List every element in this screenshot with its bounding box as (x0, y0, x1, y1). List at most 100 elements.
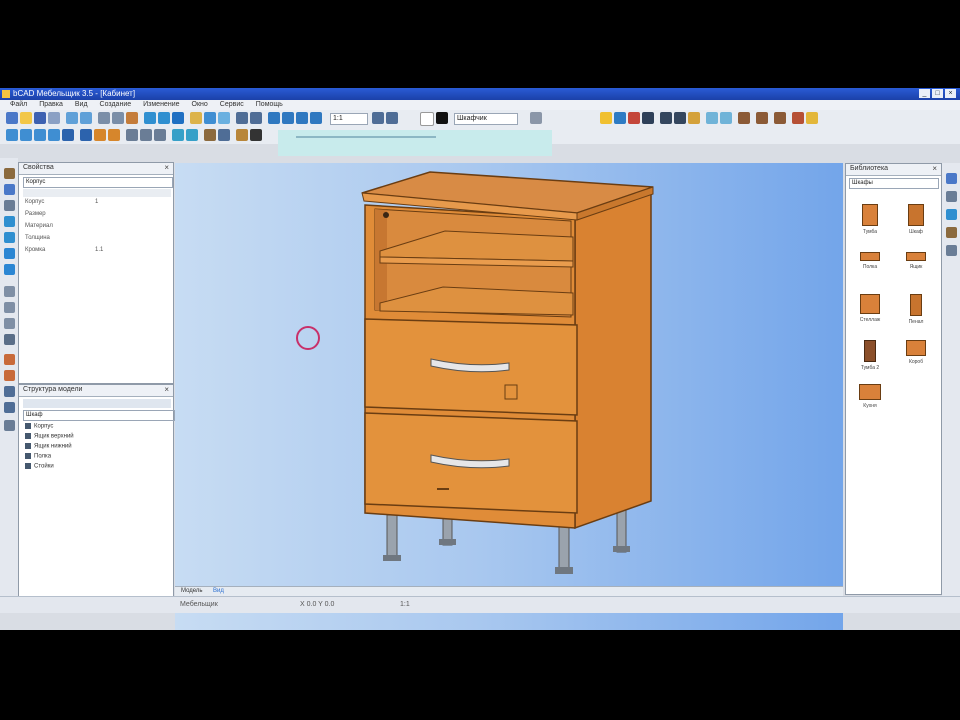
library-item[interactable]: Ящик (894, 252, 938, 270)
section-icon[interactable] (706, 112, 718, 124)
trim-tool-icon[interactable] (186, 129, 198, 141)
library-item[interactable]: Стеллаж (848, 294, 892, 323)
plinth-tool-icon[interactable] (4, 302, 15, 313)
tree-item[interactable]: Стойки (25, 463, 54, 470)
table-tool-icon[interactable] (4, 248, 15, 259)
box-tool-icon[interactable] (94, 129, 106, 141)
open-folder-icon[interactable] (20, 112, 32, 124)
mirror-tool-icon[interactable] (154, 129, 166, 141)
zoom-combo[interactable]: 1:1 (330, 113, 368, 125)
cut-list-tool-icon[interactable] (4, 402, 15, 413)
align-icon[interactable] (372, 112, 384, 124)
library-tab-icon[interactable] (946, 173, 957, 184)
menu-help[interactable]: Помощь (256, 100, 283, 110)
measure-icon[interactable] (386, 112, 398, 124)
tree-item[interactable]: Ящик верхний (25, 433, 74, 440)
library-item[interactable]: Кухня (848, 384, 892, 409)
zoom-in-icon[interactable] (268, 112, 280, 124)
menu-file[interactable]: Файл (10, 100, 27, 110)
pan-icon[interactable] (310, 112, 322, 124)
zoom-out-icon[interactable] (282, 112, 294, 124)
library-item[interactable]: Пенал (894, 294, 938, 325)
ortho-icon[interactable] (172, 112, 184, 124)
dimension-icon[interactable] (660, 112, 672, 124)
drill-tool-icon[interactable] (4, 386, 15, 397)
menu-edit[interactable]: Правка (39, 100, 63, 110)
maximize-button[interactable]: □ (932, 89, 943, 98)
cabinet-tool-icon[interactable] (4, 168, 15, 179)
spline-tool-icon[interactable] (62, 129, 74, 141)
tree-root[interactable]: Шкаф (23, 410, 175, 421)
tree-item[interactable]: Корпус (25, 423, 53, 430)
grid-tool-icon[interactable] (4, 264, 15, 275)
line-style-icon[interactable] (530, 112, 542, 124)
color-white-icon[interactable] (420, 112, 434, 126)
menu-tools[interactable]: Сервис (220, 100, 244, 110)
library-search[interactable]: Шкафы (849, 178, 939, 189)
menu-view[interactable]: Вид (75, 100, 88, 110)
fitting-icon[interactable] (792, 112, 804, 124)
prop-value-body[interactable]: 1 (95, 199, 98, 205)
close-tree-icon[interactable]: × (164, 385, 169, 394)
explode-icon[interactable] (720, 112, 732, 124)
close-button[interactable]: × (945, 89, 956, 98)
handle-tool-icon[interactable] (4, 334, 15, 345)
menu-window[interactable]: Окно (192, 100, 208, 110)
library-item[interactable]: Тумба (848, 204, 892, 235)
menu-create[interactable]: Создание (100, 100, 132, 110)
door-tool-icon[interactable] (4, 216, 15, 227)
layer-icon[interactable] (250, 112, 262, 124)
leg-tool-icon[interactable] (4, 318, 15, 329)
door-icon[interactable] (774, 112, 786, 124)
render-icon[interactable] (204, 112, 216, 124)
texture-icon[interactable] (642, 112, 654, 124)
text-icon[interactable] (674, 112, 686, 124)
report-tool-icon[interactable] (4, 420, 15, 431)
hinge-tool-icon[interactable] (4, 370, 15, 381)
tab-view[interactable]: Вид (213, 588, 224, 594)
magnet-icon[interactable] (144, 112, 156, 124)
3d-viewport[interactable] (175, 163, 843, 630)
library-item[interactable]: Полка (848, 252, 892, 270)
panel-icon[interactable] (738, 112, 750, 124)
menu-modify[interactable]: Изменение (143, 100, 179, 110)
material-icon[interactable] (628, 112, 640, 124)
export-icon[interactable] (806, 112, 818, 124)
library-item[interactable]: Тумба 2 (848, 340, 892, 371)
fittings-tab-icon[interactable] (946, 245, 957, 256)
prop-value-edge[interactable]: 1.1 (95, 247, 103, 253)
minimize-button[interactable]: _ (919, 89, 930, 98)
cut-icon[interactable] (98, 112, 110, 124)
edge-tool-icon[interactable] (4, 354, 15, 365)
circle-tool-icon[interactable] (34, 129, 46, 141)
print-icon[interactable] (48, 112, 60, 124)
close-panel-icon[interactable]: × (164, 163, 169, 172)
grid-icon[interactable] (236, 112, 248, 124)
color-black-icon[interactable] (436, 112, 448, 124)
tab-model[interactable]: Модель (181, 588, 203, 594)
new-file-icon[interactable] (6, 112, 18, 124)
extrude-tool-icon[interactable] (80, 129, 92, 141)
line-tool-icon[interactable] (6, 129, 18, 141)
rotate-tool-icon[interactable] (140, 129, 152, 141)
light-icon[interactable] (190, 112, 202, 124)
bulb-icon[interactable] (600, 112, 612, 124)
lock-tool-icon[interactable] (250, 129, 262, 141)
undo-icon[interactable] (66, 112, 78, 124)
hatch-tool-icon[interactable] (218, 129, 230, 141)
view-icon[interactable] (218, 112, 230, 124)
parts-tab-icon[interactable] (946, 227, 957, 238)
tree-item[interactable]: Полка (25, 453, 51, 460)
copy-icon[interactable] (112, 112, 124, 124)
layers-tab-icon[interactable] (946, 209, 957, 220)
redo-icon[interactable] (80, 112, 92, 124)
library-item[interactable]: Шкаф (894, 204, 938, 235)
zoom-window-icon[interactable] (296, 112, 308, 124)
paste-icon[interactable] (126, 112, 138, 124)
move-tool-icon[interactable] (126, 129, 138, 141)
slab-tool-icon[interactable] (108, 129, 120, 141)
save-icon[interactable] (34, 112, 46, 124)
partition-tool-icon[interactable] (4, 286, 15, 297)
side-tool-icon[interactable] (4, 200, 15, 211)
shelf-tool-icon[interactable] (4, 184, 15, 195)
